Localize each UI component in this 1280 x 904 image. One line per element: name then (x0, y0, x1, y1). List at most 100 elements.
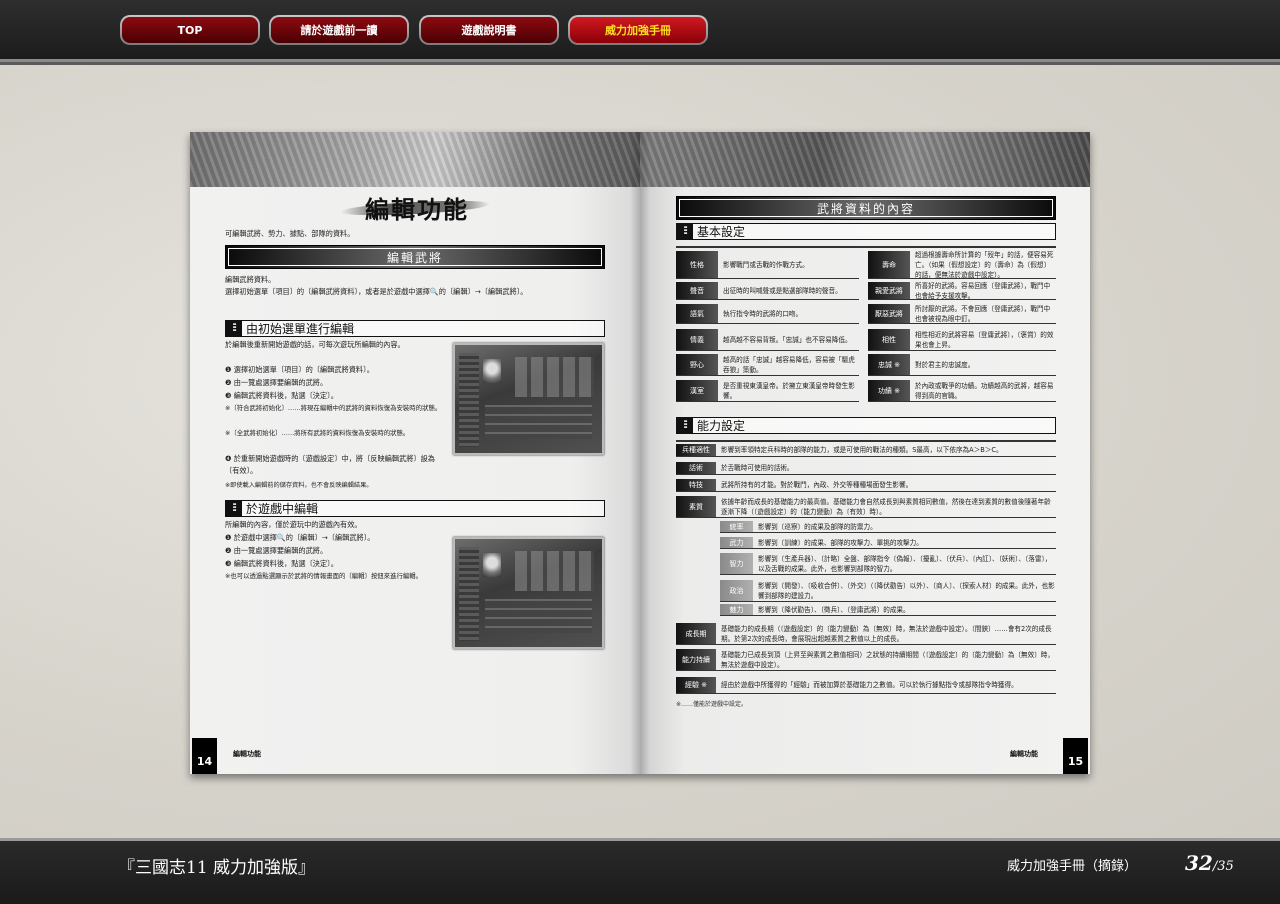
row-description: 越高的話「忠誠」越容易降低，容易被「驅虎吞狼」策動。 (723, 355, 855, 374)
section1-step-1: ❶ 選擇初始選單〔項目〕的〔編輯武將資料〕。 (225, 365, 374, 374)
data-row: 統率 影響到〔巡察〕的成果及部隊的防禦力。 (720, 521, 1056, 533)
general-portrait (483, 359, 501, 383)
data-row: 親愛武將 所喜好的武將。容易回應〔登庸武將〕，戰鬥中也會給予支援攻擊。 (868, 282, 1056, 300)
data-row: 經驗 ※ 經由於遊戲中所獲得的「經驗」而被加算於基礎能力之數值。可以於執行據點指令… (676, 677, 1056, 694)
data-row: 能力持續 基礎能力已成長到頂（上昇至與素質之數值相同）之狀態的持續期間（〔遊戲設定… (676, 649, 1056, 671)
divider (676, 246, 1056, 248)
divider (676, 440, 1056, 442)
page-indicator: 32/35 (1185, 851, 1234, 875)
section1-note-end: ※即使載入編輯前的儲存資料，也不會反映編輯結果。 (225, 482, 373, 489)
nav-button-top-label[interactable]: TOP (122, 17, 258, 43)
row-label: 性格 (676, 251, 718, 278)
section2-note: ※也可以透過點選顯示於武將的情報畫面的〔編輯〕按鈕來進行編輯。 (225, 572, 423, 580)
section2-step-3: ❸ 編輯武將資料後，點選〔決定〕。 (225, 559, 338, 568)
row-description: 基礎能力的成長期（〔遊戲設定〕的〔能力變動〕為〔無效〕時，無法於遊戲中設定）。〔… (721, 624, 1052, 643)
row-description: 是否重視東漢皇帝。於擁立東漢皇帝時發生影響。 (723, 381, 855, 400)
row-description: 影響戰鬥或舌戰的作戰方式。 (723, 260, 809, 269)
section-marker-icon: ⫶⫶ (226, 501, 242, 516)
row-description: 經由於遊戲中所獲得的「經驗」而被加算於基礎能力之數值。可以於執行據點指令或部隊指… (721, 681, 1018, 689)
data-row: 厭惡武將 所討厭的武將。不會回應〔登庸武將〕，戰鬥中也會被視為眼中釘。 (868, 304, 1056, 324)
data-row: 兵種適性 影響到率領特定兵科時的部隊的能力，或是可使用的戰法的種類。S最高，以下依… (676, 444, 1056, 457)
row-label: 能力持續 (676, 649, 716, 670)
row-description: 影響到〔生產兵器〕、〔計略〕全盤、部隊指令〔偽報〕、〔擾亂〕、〔伏兵〕、〔內訌〕… (758, 554, 1052, 573)
row-label: 話術 (676, 462, 716, 474)
data-row: 智力 影響到〔生產兵器〕、〔計略〕全盤、部隊指令〔偽報〕、〔擾亂〕、〔伏兵〕、〔內… (720, 553, 1056, 575)
row-description: 影響到〔降伏勸告〕、〔徵兵〕、〔登庸武將〕的成果。 (758, 605, 910, 614)
nav-button-top[interactable]: TOP (120, 15, 260, 45)
left-page: 編輯功能 可編輯武將、勢力、據點、部隊的資料。 編輯武將 編輯武將資料。 選擇初… (190, 132, 640, 774)
section2-step-1: ❶ 於遊戲中選擇🔍的〔編輯〕→〔編輯武將〕。 (225, 533, 375, 542)
section-heading-in-game: ⫶⫶ 於遊戲中編輯 (225, 500, 605, 517)
section-title: 能力設定 (697, 419, 746, 433)
nav-button-power-up-manual-label[interactable]: 威力加強手冊 (570, 17, 706, 43)
section-heading-basic-settings: ⫶⫶ 基本設定 (676, 223, 1056, 240)
nav-button-read-before-play[interactable]: 請於遊戲前一讀 (269, 15, 409, 45)
data-row: 語氣 執行指令時的武將的口吻。 (676, 304, 859, 324)
total-pages: /35 (1212, 859, 1234, 874)
row-label: 壽命 (868, 251, 910, 278)
data-row: 成長期 基礎能力的成長期（〔遊戲設定〕的〔能力變動〕為〔無效〕時，無法於遊戲中設定… (676, 623, 1056, 645)
nav-button-game-manual[interactable]: 遊戲說明書 (419, 15, 559, 45)
row-label: 聲音 (676, 282, 718, 299)
page-footer-right: 編輯功能 (1010, 749, 1038, 758)
section-heading-initial-menu: ⫶⫶ 由初始選單進行編輯 (225, 320, 605, 337)
row-label: 漢室 (676, 380, 718, 401)
row-label: 厭惡武將 (868, 304, 910, 323)
section-title: 基本設定 (697, 225, 746, 239)
nav-button-power-up-manual[interactable]: 威力加強手冊 (568, 15, 708, 45)
section-heading-ability-settings: ⫶⫶ 能力設定 (676, 417, 1056, 434)
right-page: 武將資料的內容 ⫶⫶ 基本設定 性格 影響戰鬥或舌戰的作戰方式。 聲音 出征時的叫喊聲… (640, 132, 1090, 774)
data-row: 素質 依據年齡而成長的基礎能力的最高值。基礎能力會自然成長到與素質相同數值，然後在… (676, 496, 1056, 518)
row-description: 基礎能力已成長到頂（上昇至與素質之數值相同）之狀態的持續期間（〔遊戲設定〕的〔能… (721, 650, 1054, 669)
row-description: 執行指令時的武將的口吻。 (723, 309, 803, 318)
section1-note-1: ※〔符合武將初始化〕……將現在編輯中的武將的資料恢復為安裝時的狀態。 (225, 404, 442, 412)
section2-lead: 所編輯的內容，僅於遊玩中的遊戲內有效。 (225, 520, 362, 529)
nav-button-game-manual-label[interactable]: 遊戲說明書 (421, 17, 557, 43)
row-description: 於內政或戰爭的功績。功績越高的武將，越容易得到高的官職。 (915, 381, 1054, 400)
page-title: 編輯功能 (365, 195, 469, 224)
row-description: 所討厭的武將。不會回應〔登庸武將〕，戰鬥中也會被視為眼中釘。 (915, 304, 1051, 323)
footnote-in-game-only: ※……僅能於遊戲中設定。 (676, 701, 748, 708)
row-description: 所喜好的武將。容易回應〔登庸武將〕，戰鬥中也會給予支援攻擊。 (915, 281, 1051, 300)
row-label: 野心 (676, 354, 718, 375)
data-row: 特技 武將所持有的才能。對於戰鬥，內政、外交等種種場面發生影響。 (676, 479, 1056, 492)
row-description: 越高越不容易背叛。「忠誠」也不容易降低。 (723, 335, 852, 344)
data-row: 性格 影響戰鬥或舌戰的作戰方式。 (676, 251, 859, 279)
row-label: 統率 (720, 521, 753, 532)
row-label: 相性 (868, 329, 910, 350)
data-row: 功績 ※ 於內政或戰爭的功績。功績越高的武將，越容易得到高的官職。 (868, 380, 1056, 402)
row-label: 經驗 ※ (676, 677, 716, 693)
row-description: 影響到率領特定兵科時的部隊的能力，或是可使用的戰法的種類。S最高，以下依序為A＞… (721, 446, 1003, 454)
page-footer-left: 編輯功能 (233, 749, 261, 758)
ink-landscape-banner (190, 132, 640, 187)
row-description: 武將所持有的才能。對於戰鬥，內政、外交等種種場面發生影響。 (721, 481, 913, 489)
screenshot-edit-general-menu (453, 343, 604, 455)
section1-step-4: ❹ 於重新開始遊戲時的〔遊戲設定〕中，將〔反映編輯武將〕設為〔有效〕。 (225, 454, 435, 475)
section-marker-icon: ⫶⫶ (226, 321, 242, 336)
top-nav-bar: TOP 請於遊戲前一讀 遊戲說明書 威力加強手冊 (0, 0, 1280, 65)
row-description: 對於君主的忠誠度。 (915, 360, 975, 369)
row-label: 成長期 (676, 623, 716, 644)
data-row: 魅力 影響到〔降伏勸告〕、〔徵兵〕、〔登庸武將〕的成果。 (720, 604, 1056, 616)
book-spine-shadow (630, 132, 650, 774)
section-bar-edit-generals: 編輯武將 (225, 245, 605, 269)
para-edit-data: 編輯武將資料。 (225, 275, 276, 284)
row-label: 政治 (720, 580, 753, 601)
nav-button-read-before-play-label[interactable]: 請於遊戲前一讀 (271, 17, 407, 43)
section1-lead: 於編輯後重新開始遊戲的話，可每次遊玩所編輯的內容。 (225, 340, 405, 349)
row-label: 武力 (720, 537, 753, 548)
row-label: 親愛武將 (868, 282, 910, 299)
data-row: 漢室 是否重視東漢皇帝。於擁立東漢皇帝時發生影響。 (676, 380, 859, 402)
data-row: 武力 影響到〔訓練〕的成果、部隊的攻擊力、單挑的攻擊力。 (720, 537, 1056, 549)
intro-text: 可編輯武將、勢力、據點、部隊的資料。 (225, 229, 355, 238)
section-title: 於遊戲中編輯 (246, 502, 319, 516)
row-label: 功績 ※ (868, 380, 910, 401)
data-row: 話術 於舌戰時可使用的話術。 (676, 462, 1056, 475)
row-label: 特技 (676, 479, 716, 491)
page-number-right: 15 (1063, 738, 1088, 774)
row-description: 相性相近的武將容易〔登庸武將〕，〔褒賞〕的效果也會上昇。 (915, 330, 1054, 349)
general-portrait (483, 553, 501, 577)
screenshot-in-game-edit (453, 537, 604, 649)
data-row: 聲音 出征時的叫喊聲或是點選部隊時的聲音。 (676, 282, 859, 300)
row-description: 影響到〔訓練〕的成果、部隊的攻擊力、單挑的攻擊力。 (758, 538, 923, 547)
